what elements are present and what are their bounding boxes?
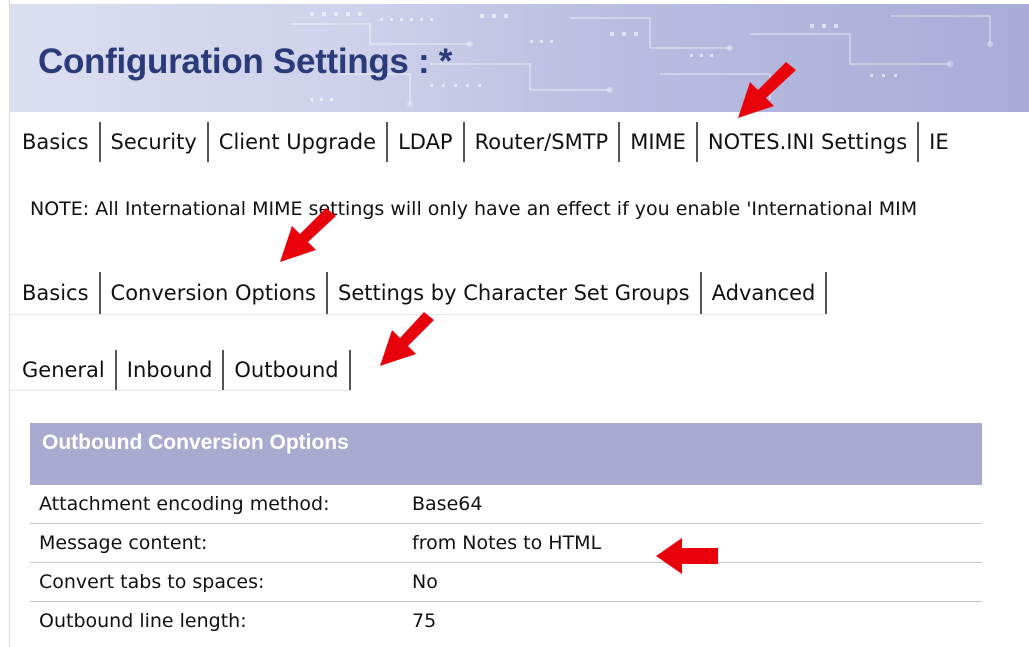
attachment-encoding-value: Base64 [412,493,483,515]
header-banner: Configuration Settings : * [10,4,1029,112]
red-arrow-icon [656,538,718,574]
section-header: Outbound Conversion Options [30,423,982,485]
table-row: Attachment encoding method: Base64 [30,485,982,524]
red-arrow-icon [280,208,336,262]
tab-basics[interactable]: Basics [10,122,101,162]
message-content-label: Message content: [39,532,208,554]
international-mime-note: NOTE: All International MIME settings wi… [30,198,918,220]
tab-outbound[interactable]: Outbound [224,350,351,390]
tab-notes-ini-settings[interactable]: NOTES.INI Settings [698,122,920,162]
window-left-border [0,0,10,647]
tab-general[interactable]: General [10,350,117,390]
main-tab-bar: Basics Security Client Upgrade LDAP Rout… [10,122,959,162]
convert-tabs-value: No [412,571,438,593]
tab-mime[interactable]: MIME [620,122,698,162]
tab-ie[interactable]: IE [919,122,958,162]
table-row: Convert tabs to spaces: No [30,563,982,602]
mime-sub-tab-bar: Basics Conversion Options Settings by Ch… [10,272,828,315]
outbound-line-length-label: Outbound line length: [39,610,247,632]
table-row: Outbound line length: 75 [30,602,982,640]
table-row: Message content: from Notes to HTML [30,524,982,563]
outbound-line-length-value: 75 [412,610,437,632]
tab-settings-by-character-set-groups[interactable]: Settings by Character Set Groups [328,272,702,314]
tab-client-upgrade[interactable]: Client Upgrade [209,122,389,162]
red-arrow-icon [380,312,434,366]
tab-security[interactable]: Security [101,122,209,162]
tab-router-smtp[interactable]: Router/SMTP [465,122,621,162]
tab-mime-basics[interactable]: Basics [10,272,101,314]
red-arrow-icon [738,62,796,118]
tab-conversion-options[interactable]: Conversion Options [100,272,328,314]
section-title: Outbound Conversion Options [42,431,349,454]
convert-tabs-label: Convert tabs to spaces: [39,571,265,593]
tab-inbound[interactable]: Inbound [117,350,225,390]
message-content-value: from Notes to HTML [412,532,602,554]
conversion-sub-tab-bar: General Inbound Outbound [10,350,351,391]
outbound-conversion-options-section: Outbound Conversion Options Attachment e… [30,423,982,640]
tab-ldap[interactable]: LDAP [388,122,465,162]
page-title: Configuration Settings : * [38,42,453,81]
tab-advanced[interactable]: Advanced [702,272,828,314]
attachment-encoding-label: Attachment encoding method: [39,493,330,515]
